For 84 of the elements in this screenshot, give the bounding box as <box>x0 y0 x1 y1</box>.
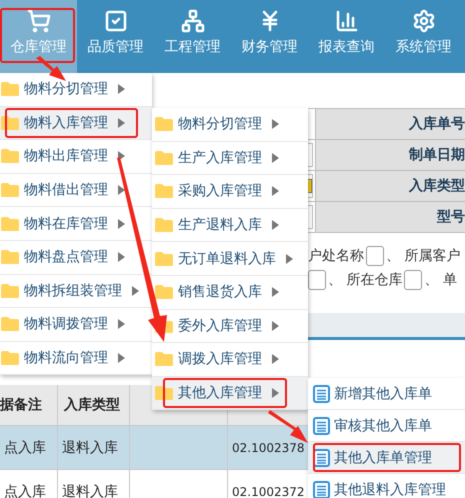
folder-icon <box>0 316 20 332</box>
nav-tab[interactable]: 品质管理 <box>77 0 154 73</box>
menu-item[interactable]: 调拨入库管理 <box>152 343 308 377</box>
menu-item[interactable]: 物料出库管理 <box>0 140 152 174</box>
submenu-arrow-icon <box>118 118 125 128</box>
nav-tab[interactable]: 工程管理 <box>154 0 231 73</box>
input-field[interactable] <box>404 270 422 290</box>
submenu-arrow-icon <box>118 252 125 262</box>
folder-icon <box>154 116 174 132</box>
document-icon <box>313 384 330 402</box>
folder-icon <box>0 81 20 98</box>
field-label: 入库单号 <box>315 109 465 139</box>
folder-icon <box>154 183 174 200</box>
submenu-arrow-icon <box>272 287 279 298</box>
cart-icon <box>26 9 50 33</box>
checkbox-icon <box>104 9 128 33</box>
settings-icon <box>412 9 436 33</box>
folder-icon <box>154 250 174 267</box>
folder-icon <box>154 284 174 300</box>
bar-chart-icon <box>334 9 358 33</box>
sitemap-icon <box>180 9 204 33</box>
submenu-arrow-icon <box>272 320 279 331</box>
annotation-arrow <box>36 56 66 81</box>
filter-label: 、 所在仓库 <box>328 271 402 289</box>
menu-item[interactable]: 采购入库管理 <box>152 175 308 209</box>
field-label: 型号 <box>315 202 465 232</box>
folder-icon <box>0 216 20 232</box>
filter-label: 户处名称 <box>308 247 364 265</box>
menu-item[interactable]: 物料借出管理 <box>0 174 152 208</box>
submenu-arrow-icon <box>118 185 125 196</box>
folder-icon <box>0 148 20 164</box>
folder-icon <box>0 249 20 266</box>
submenu-arrow-icon <box>272 186 279 196</box>
submenu-arrow-icon <box>118 218 125 229</box>
menu-item[interactable]: 新增其他入库单 <box>308 378 465 410</box>
submenu-arrow-icon <box>286 254 293 264</box>
submenu-arrow-icon <box>118 319 125 330</box>
submenu-arrow-icon <box>118 84 125 94</box>
field-label: 入库类型 <box>315 171 465 201</box>
menu-item[interactable]: 物料流向管理 <box>0 342 152 376</box>
menu-item[interactable]: 物料盘点管理 <box>0 240 152 275</box>
filter-label: 、 单 <box>424 271 457 289</box>
document-icon <box>313 448 330 466</box>
submenu-arrow-icon <box>272 152 279 163</box>
table-cell: 退料入库 <box>58 426 130 470</box>
menu-item[interactable]: 物料调拨管理 <box>0 308 152 342</box>
field-label: 制单日期 <box>315 140 465 170</box>
nav-tab[interactable]: 报表查询 <box>308 0 385 73</box>
folder-icon <box>0 182 20 198</box>
input-field[interactable] <box>366 246 384 266</box>
menu-item[interactable]: 物料分切管理 <box>152 108 308 142</box>
document-icon <box>313 480 330 498</box>
folder-icon <box>0 350 20 366</box>
submenu-arrow-icon <box>272 354 279 364</box>
submenu-arrow-icon <box>272 388 279 398</box>
menu-item[interactable]: 其他退料入库管理 <box>308 474 465 498</box>
menu-item[interactable]: 物料在库管理 <box>0 207 152 241</box>
menu-item[interactable]: 无订单退料入库 <box>152 242 308 276</box>
nav-tab[interactable]: 系统管理 <box>385 0 462 73</box>
nav-tab[interactable]: 财务管理 <box>231 0 308 73</box>
submenu-arrow-icon <box>272 220 279 230</box>
menu-item[interactable]: 销售退货入库 <box>152 276 308 310</box>
table-cell: 点入库 <box>0 426 58 470</box>
folder-icon <box>0 282 20 299</box>
menu-item[interactable]: 其他入库管理 <box>152 376 308 410</box>
document-icon <box>313 416 330 434</box>
annotation-arrow <box>268 410 308 443</box>
filter-label: 、 所属客户 <box>386 247 460 265</box>
folder-icon <box>154 351 174 368</box>
menu-item[interactable]: 物料分切管理 <box>0 73 152 107</box>
menu-item[interactable]: 物料入库管理 <box>0 106 152 140</box>
column-header: 据备注 <box>0 385 58 426</box>
submenu-arrow-icon <box>118 353 125 364</box>
menu-item[interactable]: 生产退料入库 <box>152 208 308 242</box>
folder-icon <box>154 150 174 166</box>
submenu-arrow-icon <box>272 119 279 130</box>
menu-item[interactable]: 物料拆组装管理 <box>0 274 152 308</box>
folder-icon <box>154 217 174 234</box>
menu-item[interactable]: 其他入库单管理 <box>308 442 465 474</box>
menu-item[interactable]: 审核其他入库单 <box>308 410 465 442</box>
menu-item[interactable]: 委外入库管理 <box>152 310 308 344</box>
submenu-arrow-icon <box>132 286 139 296</box>
column-header: 入库类型 <box>58 385 130 426</box>
menu-item[interactable]: 生产入库管理 <box>152 142 308 176</box>
